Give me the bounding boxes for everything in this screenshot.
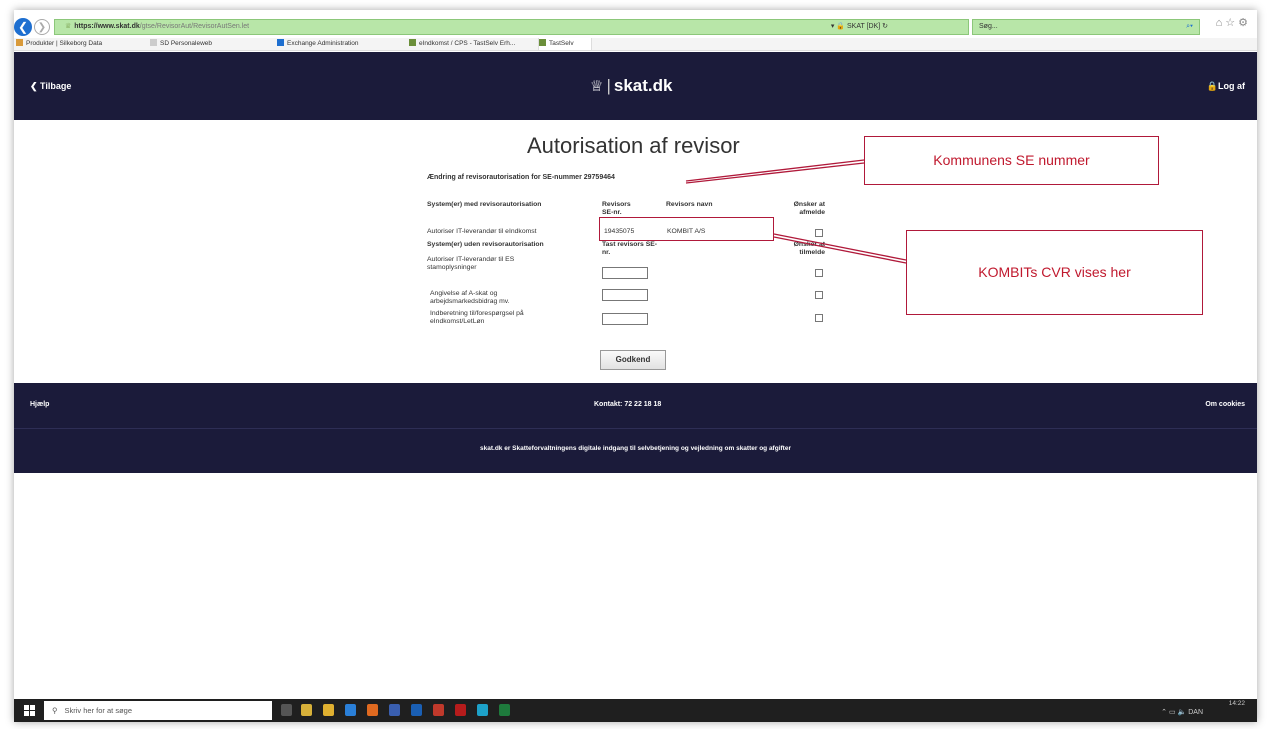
taskbar-search-input[interactable]: ⚲ Skriv her for at søge (44, 701, 272, 720)
annotation-arrows (685, 159, 907, 264)
network-icon: ▭ (1168, 709, 1176, 716)
language-indicator[interactable]: DAN (1188, 709, 1203, 716)
cvr-arrow-line (773, 233, 907, 261)
outlook-icon[interactable] (411, 704, 422, 716)
cookies-link[interactable]: Om cookies (1205, 401, 1245, 408)
powerpoint-icon[interactable] (433, 704, 444, 716)
taskbar-clock[interactable]: 14:22 (1229, 700, 1245, 707)
contact-text: Kontakt: 72 22 18 18 (594, 401, 662, 408)
volume-icon: 🔈 (1177, 709, 1187, 716)
pin-app-icon[interactable] (301, 704, 312, 716)
task-view-icon[interactable] (281, 704, 292, 716)
taskbar-search-placeholder: Skriv her for at søge (64, 706, 133, 715)
footer-tagline: skat.dk er Skatteforvaltningens digitale… (14, 428, 1257, 473)
file-explorer-icon[interactable] (323, 704, 334, 716)
system-tray[interactable]: ⌃ ▭ 🔈 DAN (1161, 708, 1203, 716)
se-arrow-line-2 (685, 162, 865, 184)
firefox-icon[interactable] (367, 704, 378, 716)
windows-start-icon[interactable] (24, 705, 35, 716)
site-footer: Hjælp Kontakt: 72 22 18 18 Om cookies (14, 383, 1257, 428)
search-icon: ⚲ (52, 706, 58, 715)
help-link[interactable]: Hjælp (30, 401, 49, 408)
windows-taskbar: ⚲ Skriv her for at søge ⌃ ▭ 🔈 DAN 14:22 (14, 699, 1257, 722)
chevron-up-icon: ⌃ (1161, 709, 1168, 716)
acrobat-icon[interactable] (455, 704, 466, 716)
screenshot-frame: ❮ ❯ ♕ https://www.skat.dk/gtse/RevisorAut… (14, 10, 1257, 722)
internet-explorer-icon[interactable] (345, 704, 356, 716)
se-arrow-line (685, 159, 865, 182)
skype-icon[interactable] (477, 704, 488, 716)
app-icon[interactable] (389, 704, 400, 716)
excel-icon[interactable] (499, 704, 510, 716)
cvr-arrow-line-2 (773, 236, 907, 264)
